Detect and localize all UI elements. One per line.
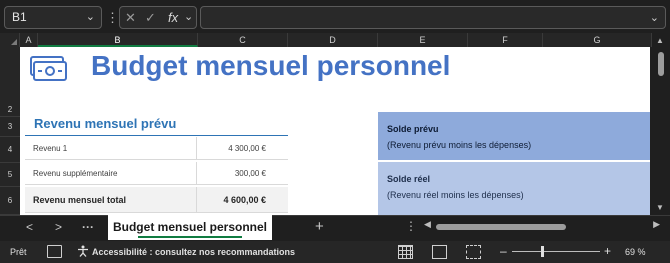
income-label: Revenu supplémentaire xyxy=(33,169,118,178)
macro-record-icon[interactable] xyxy=(47,245,62,258)
total-value: 4 600,00 € xyxy=(223,195,266,205)
name-box-value: B1 xyxy=(12,10,27,24)
add-sheet-button[interactable]: + xyxy=(315,218,324,235)
page-layout-view-icon[interactable] xyxy=(432,245,447,259)
actual-balance-subtitle: (Revenu réel moins les dépenses) xyxy=(387,190,524,200)
status-ready: Prêt xyxy=(10,247,27,257)
cell-divider xyxy=(196,137,197,159)
planned-balance-panel[interactable]: Solde prévu (Revenu prévu moins les dépe… xyxy=(378,112,650,160)
row-header-5[interactable]: 5 xyxy=(0,163,20,187)
table-row[interactable]: Revenu 1 4 300,00 € xyxy=(25,137,288,160)
accessibility-status[interactable]: Accessibilité : consultez nos recommanda… xyxy=(92,247,295,257)
income-value: 4 300,00 € xyxy=(228,144,266,153)
page-break-preview-icon[interactable] xyxy=(466,245,481,259)
income-section-title: Revenu mensuel prévu xyxy=(34,116,177,131)
scroll-thumb[interactable] xyxy=(436,224,566,230)
income-value: 300,00 € xyxy=(234,169,266,178)
column-header-e[interactable]: E xyxy=(378,33,468,47)
page-title: Budget mensuel personnel xyxy=(91,50,451,81)
enter-icon[interactable]: ✓ xyxy=(145,7,156,28)
income-label: Revenu 1 xyxy=(33,144,68,153)
actual-balance-panel[interactable]: Solde réel (Revenu réel moins les dépens… xyxy=(378,162,650,215)
row-header-4[interactable]: 4 xyxy=(0,137,20,163)
column-header-c[interactable]: C xyxy=(198,33,288,47)
scroll-down-icon[interactable]: ▼ xyxy=(656,203,664,212)
zoom-level[interactable]: 69 % xyxy=(625,247,646,257)
cancel-icon[interactable]: ✕ xyxy=(125,7,136,28)
zoom-out-button[interactable]: – xyxy=(500,244,507,258)
more-sheets-icon[interactable]: ··· xyxy=(82,220,94,234)
actual-balance-title: Solde réel xyxy=(387,174,431,184)
accessibility-icon[interactable] xyxy=(77,245,89,257)
column-header-f[interactable]: F xyxy=(468,33,543,47)
vertical-scrollbar[interactable]: ▲ ▼ xyxy=(652,33,670,215)
zoom-slider-thumb[interactable] xyxy=(541,246,544,257)
total-label: Revenu mensuel total xyxy=(33,195,127,205)
name-box[interactable]: B1 ⌄ xyxy=(4,6,102,29)
zoom-in-button[interactable]: + xyxy=(604,244,611,258)
status-bar: Prêt Accessibilité : consultez nos recom… xyxy=(0,241,670,263)
planned-balance-subtitle: (Revenu prévu moins les dépenses) xyxy=(387,140,532,150)
section-underline xyxy=(25,135,288,136)
table-row[interactable]: Revenu supplémentaire 300,00 € xyxy=(25,162,288,185)
expand-formula-icon[interactable]: ⌄ xyxy=(650,11,659,24)
chevron-down-icon[interactable]: ⌄ xyxy=(86,7,95,28)
cell-divider xyxy=(196,162,197,184)
tab-bar-options-icon[interactable]: ⋮ xyxy=(405,219,417,233)
insert-function-icon[interactable]: fx xyxy=(168,7,178,28)
chevron-down-icon[interactable]: ⌄ xyxy=(184,7,193,28)
zoom-slider[interactable] xyxy=(512,251,600,252)
formula-input[interactable]: ⌄ xyxy=(200,6,666,29)
column-header-b[interactable]: B xyxy=(38,33,198,47)
sheet-area[interactable]: Budget mensuel personnel Revenu mensuel … xyxy=(20,47,650,215)
prev-sheet-icon[interactable]: < xyxy=(26,220,33,234)
scroll-up-icon[interactable]: ▲ xyxy=(656,36,664,45)
horizontal-scrollbar[interactable]: ◀ ▶ xyxy=(424,219,660,233)
money-icon xyxy=(30,56,67,81)
vertical-dots-icon[interactable]: ⋮ xyxy=(106,6,119,29)
cell-divider xyxy=(196,187,197,212)
column-header-d[interactable]: D xyxy=(288,33,378,47)
column-header-a[interactable]: A xyxy=(20,33,38,47)
column-header-g[interactable]: G xyxy=(543,33,652,47)
select-all-corner[interactable] xyxy=(0,33,20,47)
formula-buttons: ✕ ✓ fx ⌄ xyxy=(119,6,197,29)
planned-balance-title: Solde prévu xyxy=(387,124,439,134)
row-header-6[interactable]: 6 xyxy=(0,187,20,215)
row-header-2[interactable]: 2 xyxy=(0,103,20,117)
scroll-thumb[interactable] xyxy=(658,52,664,76)
total-row[interactable]: Revenu mensuel total 4 600,00 € xyxy=(25,187,288,213)
normal-view-icon[interactable] xyxy=(398,245,413,259)
row-header-3[interactable]: 3 xyxy=(0,117,20,137)
next-sheet-icon[interactable]: > xyxy=(55,220,62,234)
sheet-tab-budget[interactable]: Budget mensuel personnel xyxy=(108,215,272,240)
scroll-left-icon[interactable]: ◀ xyxy=(424,219,431,230)
scroll-right-icon[interactable]: ▶ xyxy=(653,219,660,230)
